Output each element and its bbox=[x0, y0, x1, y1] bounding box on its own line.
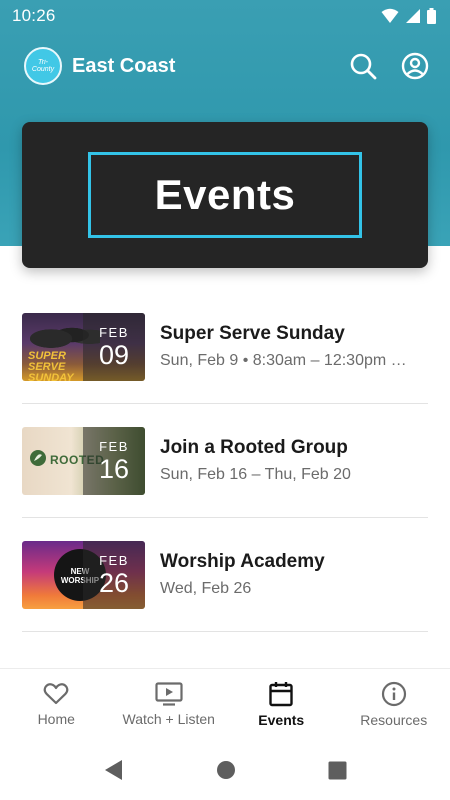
event-thumbnail: SUPER SERVE SUNDAY FEB 09 bbox=[22, 312, 145, 381]
back-icon[interactable] bbox=[104, 759, 124, 781]
event-thumbnail: ROOTED FEB 16 bbox=[22, 426, 145, 495]
account-icon bbox=[401, 52, 429, 80]
account-button[interactable] bbox=[400, 51, 430, 81]
rooted-leaf-icon bbox=[30, 449, 46, 466]
date-badge: FEB 16 bbox=[83, 426, 145, 495]
event-subtitle: Sun, Feb 16 – Thu, Feb 20 bbox=[160, 466, 351, 483]
nav-label: Events bbox=[258, 712, 305, 728]
church-logo[interactable]: Tri-County East Coast bbox=[24, 47, 62, 85]
event-title: Worship Academy bbox=[160, 551, 325, 572]
nav-item-resources[interactable]: Resources bbox=[338, 669, 450, 740]
signal-icon bbox=[406, 9, 420, 23]
event-thumbnail: NEW WORSHIP FEB 26 bbox=[22, 540, 145, 609]
nav-item-watch-listen[interactable]: Watch + Listen bbox=[113, 669, 226, 740]
event-title: Super Serve Sunday bbox=[160, 323, 345, 344]
logo-text: Tri-County East Coast bbox=[31, 59, 55, 73]
bottom-navigation: Home Watch + Listen Events Resources bbox=[0, 668, 450, 740]
date-month: FEB bbox=[99, 552, 129, 568]
date-badge: FEB 26 bbox=[83, 540, 145, 609]
event-art-text: SUPER SERVE SUNDAY bbox=[28, 349, 74, 381]
home-icon[interactable] bbox=[216, 760, 236, 780]
event-item-super-serve-sunday[interactable]: SUPER SERVE SUNDAY FEB 09 Super Serve Su… bbox=[22, 290, 428, 404]
calendar-icon bbox=[269, 682, 293, 707]
event-text: Worship Academy Wed, Feb 26 bbox=[160, 551, 428, 598]
date-day: 26 bbox=[98, 567, 130, 598]
play-screen-icon bbox=[155, 682, 183, 706]
date-day: 09 bbox=[98, 339, 130, 370]
wifi-icon bbox=[381, 8, 399, 23]
date-month: FEB bbox=[99, 324, 129, 340]
date-month: FEB bbox=[99, 438, 129, 454]
app-actions bbox=[348, 51, 430, 81]
event-list: SUPER SERVE SUNDAY FEB 09 Super Serve Su… bbox=[22, 290, 428, 632]
system-navigation-bar bbox=[0, 740, 450, 800]
nav-label: Home bbox=[37, 711, 75, 727]
status-time: 10:26 bbox=[12, 6, 56, 25]
event-item-worship-academy[interactable]: NEW WORSHIP FEB 26 Worship Academy Wed, … bbox=[22, 518, 428, 632]
event-subtitle: Sun, Feb 9 • 8:30am – 12:30pm … bbox=[160, 352, 407, 369]
heart-icon bbox=[43, 683, 69, 705]
event-text: Join a Rooted Group Sun, Feb 16 – Thu, F… bbox=[160, 437, 428, 484]
recents-icon[interactable] bbox=[328, 761, 347, 780]
nav-item-home[interactable]: Home bbox=[0, 669, 113, 740]
event-title: Join a Rooted Group bbox=[160, 437, 348, 458]
date-badge: FEB 09 bbox=[83, 312, 145, 381]
event-subtitle: Wed, Feb 26 bbox=[160, 580, 252, 597]
status-icons bbox=[381, 8, 436, 24]
date-day: 16 bbox=[98, 453, 130, 484]
app-title: East Coast bbox=[72, 54, 176, 77]
hero-frame: Events bbox=[88, 152, 362, 238]
hero-title: Events bbox=[154, 171, 296, 218]
nav-item-events[interactable]: Events bbox=[225, 669, 338, 740]
info-icon bbox=[381, 681, 406, 707]
search-button[interactable] bbox=[348, 51, 378, 81]
status-bar: 10:26 bbox=[0, 0, 450, 32]
search-icon bbox=[350, 53, 377, 80]
nav-label: Resources bbox=[360, 712, 428, 728]
app-bar: Tri-County East Coast East Coast bbox=[0, 40, 450, 92]
nav-label: Watch + Listen bbox=[122, 711, 215, 727]
battery-icon bbox=[427, 8, 436, 24]
event-text: Super Serve Sunday Sun, Feb 9 • 8:30am –… bbox=[160, 323, 428, 370]
events-hero-card: Events bbox=[22, 122, 428, 268]
event-item-rooted-group[interactable]: ROOTED FEB 16 Join a Rooted Group Sun, F… bbox=[22, 404, 428, 518]
